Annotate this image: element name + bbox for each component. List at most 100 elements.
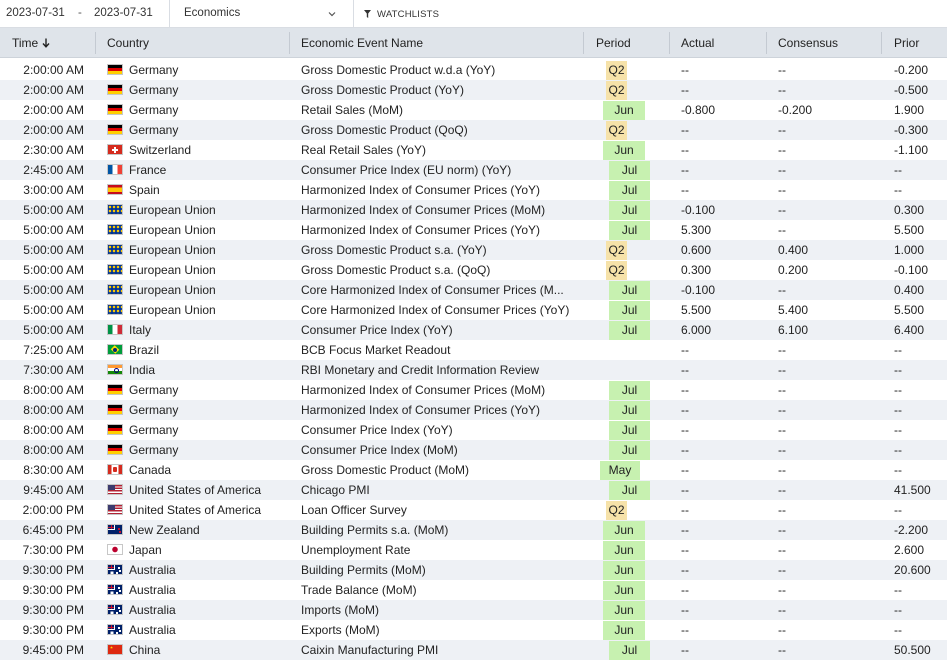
consensus-value: --: [778, 623, 786, 637]
event-name[interactable]: Imports (MoM): [301, 600, 571, 620]
event-name[interactable]: Consumer Price Index (EU norm) (YoY): [301, 160, 571, 180]
column-header-period[interactable]: Period: [596, 28, 631, 58]
event-name[interactable]: Gross Domestic Product (YoY): [301, 80, 571, 100]
prior-value: -1.100: [894, 143, 929, 157]
event-time: 2:00:00 AM: [23, 83, 84, 97]
event-name[interactable]: Building Permits s.a. (MoM): [301, 520, 571, 540]
table-row[interactable]: 6:45:00 PM New Zealand Building Permits s.…: [0, 520, 947, 540]
column-header-country[interactable]: Country: [107, 28, 149, 58]
table-row[interactable]: 9:45:00 PM China Caixin Manufacturing PMI J…: [0, 640, 947, 660]
event-name[interactable]: Caixin Manufacturing PMI: [301, 640, 571, 660]
period-badge: Jun: [603, 541, 645, 560]
period-badge: Jul: [609, 641, 650, 660]
country-name: New Zealand: [129, 523, 200, 537]
actual-value: --: [681, 463, 689, 477]
country-name: Australia: [129, 603, 176, 617]
event-name[interactable]: Gross Domestic Product (QoQ): [301, 120, 571, 140]
event-name[interactable]: Consumer Price Index (MoM): [301, 440, 571, 460]
actual-value: --: [681, 483, 689, 497]
actual-value: --: [681, 523, 689, 537]
date-from-input[interactable]: 2023-07-31: [6, 7, 65, 19]
event-name[interactable]: Trade Balance (MoM): [301, 580, 571, 600]
watchlists-button[interactable]: WATCHLISTS: [354, 0, 947, 28]
event-name[interactable]: Gross Domestic Product s.a. (YoY): [301, 240, 571, 260]
event-name[interactable]: Gross Domestic Product s.a. (QoQ): [301, 260, 571, 280]
actual-value: --: [681, 623, 689, 637]
table-row[interactable]: 2:45:00 AM France Consumer Price Index (EU…: [0, 160, 947, 180]
table-row[interactable]: 8:00:00 AM Germany Consumer Price Index (M…: [0, 440, 947, 460]
event-name[interactable]: Core Harmonized Index of Consumer Prices…: [301, 280, 571, 300]
table-row[interactable]: 8:00:00 AM Germany Consumer Price Index (Y…: [0, 420, 947, 440]
table-row[interactable]: 8:00:00 AM Germany Harmonized Index of Con…: [0, 400, 947, 420]
prior-value: --: [894, 403, 902, 417]
event-time: 8:30:00 AM: [23, 463, 84, 477]
table-row[interactable]: 8:30:00 AM Canada Gross Domestic Product (…: [0, 460, 947, 480]
event-name[interactable]: BCB Focus Market Readout: [301, 340, 571, 360]
table-row[interactable]: 5:00:00 AM European Union Core Harmonized …: [0, 300, 947, 320]
event-name[interactable]: Real Retail Sales (YoY): [301, 140, 571, 160]
table-row[interactable]: 3:00:00 AM Spain Harmonized Index of Consu…: [0, 180, 947, 200]
prior-value: --: [894, 623, 902, 637]
table-row[interactable]: 5:00:00 AM European Union Gross Domestic P…: [0, 260, 947, 280]
column-header-prior[interactable]: Prior: [894, 28, 919, 58]
event-name[interactable]: Exports (MoM): [301, 620, 571, 640]
period-badge: Q2: [606, 241, 627, 260]
table-row[interactable]: 5:00:00 AM European Union Harmonized Index…: [0, 200, 947, 220]
event-name[interactable]: Consumer Price Index (YoY): [301, 420, 571, 440]
country-name: Japan: [129, 543, 162, 557]
table-header: Time Country Economic Event Name Period …: [0, 28, 947, 58]
table-row[interactable]: 5:00:00 AM European Union Gross Domestic P…: [0, 240, 947, 260]
table-row[interactable]: 9:45:00 AM United States of America Chicag…: [0, 480, 947, 500]
table-row[interactable]: 2:00:00 PM United States of America Loan O…: [0, 500, 947, 520]
event-name[interactable]: Harmonized Index of Consumer Prices (YoY…: [301, 180, 571, 200]
consensus-value: --: [778, 423, 786, 437]
category-select[interactable]: Economics: [170, 0, 353, 28]
column-header-consensus[interactable]: Consensus: [778, 28, 838, 58]
event-name[interactable]: RBI Monetary and Credit Information Revi…: [301, 360, 571, 380]
column-header-time[interactable]: Time: [12, 28, 50, 58]
actual-value: --: [681, 543, 689, 557]
table-row[interactable]: 9:30:00 PM Australia Imports (MoM) Jun -- -- -…: [0, 600, 947, 620]
period-badge: Jul: [609, 201, 650, 220]
table-row[interactable]: 8:00:00 AM Germany Harmonized Index of Con…: [0, 380, 947, 400]
table-row[interactable]: 7:30:00 PM Japan Unemployment Rate Jun -- -- 2…: [0, 540, 947, 560]
table-row[interactable]: 2:00:00 AM Germany Retail Sales (MoM) Jun -0…: [0, 100, 947, 120]
country-name: Australia: [129, 583, 176, 597]
table-row[interactable]: 5:00:00 AM Italy Consumer Price Index (YoY…: [0, 320, 947, 340]
event-name[interactable]: Harmonized Index of Consumer Prices (YoY…: [301, 400, 571, 420]
table-row[interactable]: 2:00:00 AM Germany Gross Domestic Product …: [0, 80, 947, 100]
table-row[interactable]: 7:30:00 AM India RBI Monetary and Credit I…: [0, 360, 947, 380]
column-header-event[interactable]: Economic Event Name: [301, 28, 423, 58]
table-row[interactable]: 7:25:00 AM Brazil BCB Focus Market Readout…: [0, 340, 947, 360]
event-name[interactable]: Consumer Price Index (YoY): [301, 320, 571, 340]
table-row[interactable]: 9:30:00 PM Australia Building Permits (MoM…: [0, 560, 947, 580]
event-name[interactable]: Harmonized Index of Consumer Prices (MoM…: [301, 380, 571, 400]
event-name[interactable]: Building Permits (MoM): [301, 560, 571, 580]
consensus-value: --: [778, 583, 786, 597]
table-row[interactable]: 5:00:00 AM European Union Core Harmonized …: [0, 280, 947, 300]
prior-value: 2.600: [894, 543, 925, 557]
country-flag-icon: [107, 484, 123, 495]
event-name[interactable]: Loan Officer Survey: [301, 500, 571, 520]
table-row[interactable]: 5:00:00 AM European Union Harmonized Index…: [0, 220, 947, 240]
event-time: 3:00:00 AM: [23, 183, 84, 197]
country-name: Germany: [129, 443, 179, 457]
prior-value: --: [894, 183, 902, 197]
table-row[interactable]: 2:30:00 AM Switzerland Real Retail Sales (…: [0, 140, 947, 160]
table-row[interactable]: 9:30:00 PM Australia Trade Balance (MoM) Ju…: [0, 580, 947, 600]
event-name[interactable]: Gross Domestic Product (MoM): [301, 460, 571, 480]
table-row[interactable]: 9:30:00 PM Australia Exports (MoM) Jun -- -- -…: [0, 620, 947, 640]
event-name[interactable]: Harmonized Index of Consumer Prices (MoM…: [301, 200, 571, 220]
event-name[interactable]: Retail Sales (MoM): [301, 100, 571, 120]
table-row[interactable]: 2:00:00 AM Germany Gross Domestic Product …: [0, 120, 947, 140]
column-divider: [669, 32, 670, 54]
event-name[interactable]: Core Harmonized Index of Consumer Prices…: [301, 300, 571, 320]
event-name[interactable]: Harmonized Index of Consumer Prices (YoY…: [301, 220, 571, 240]
date-to-input[interactable]: 2023-07-31: [94, 7, 153, 19]
consensus-value: --: [778, 603, 786, 617]
event-name[interactable]: Unemployment Rate: [301, 540, 571, 560]
table-row[interactable]: 2:00:00 AM Germany Gross Domestic Product …: [0, 60, 947, 80]
event-name[interactable]: Chicago PMI: [301, 480, 571, 500]
event-name[interactable]: Gross Domestic Product w.d.a (YoY): [301, 60, 571, 80]
column-header-actual[interactable]: Actual: [681, 28, 714, 58]
